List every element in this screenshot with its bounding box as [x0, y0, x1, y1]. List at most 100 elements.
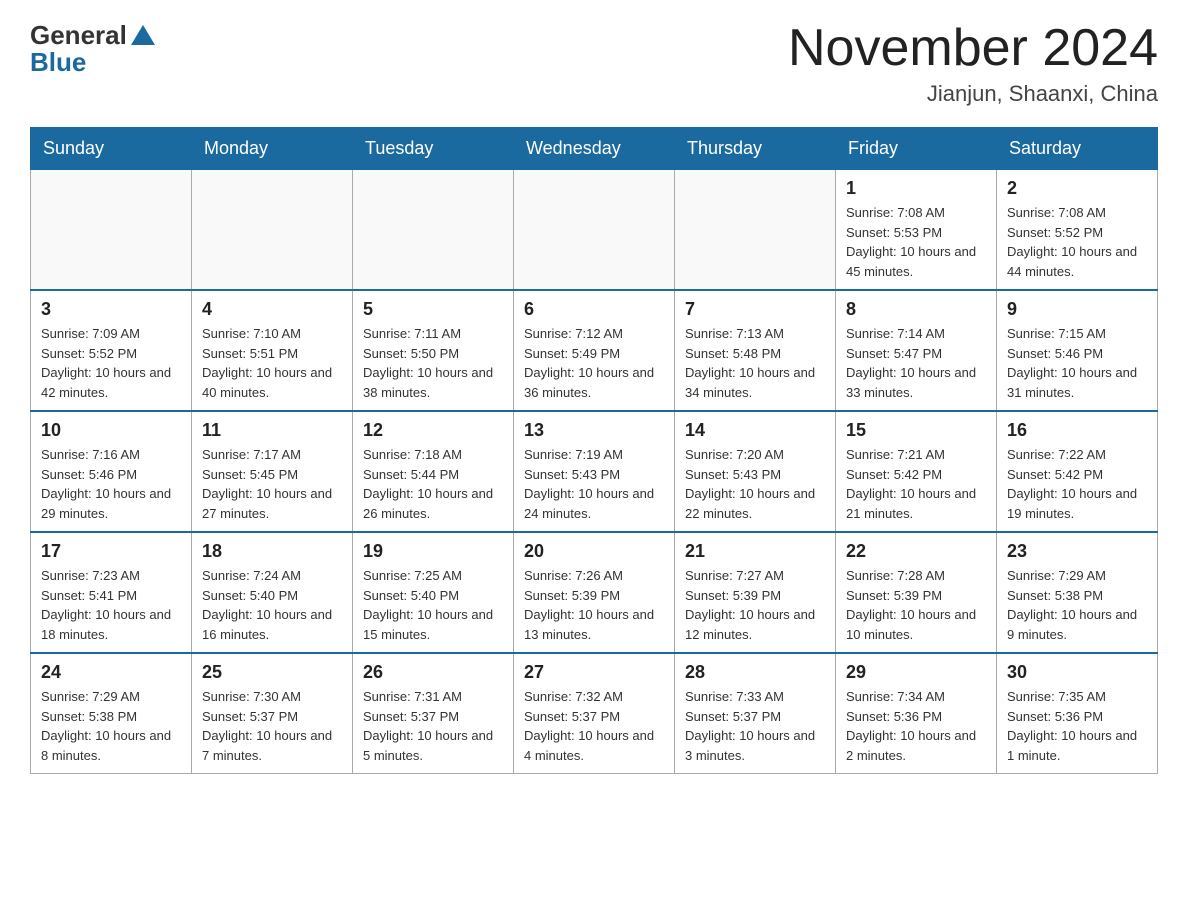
day-info: Sunrise: 7:19 AMSunset: 5:43 PMDaylight:…: [524, 445, 664, 523]
day-number: 10: [41, 420, 181, 441]
day-info: Sunrise: 7:25 AMSunset: 5:40 PMDaylight:…: [363, 566, 503, 644]
calendar-day-cell: 23 Sunrise: 7:29 AMSunset: 5:38 PMDayligh…: [997, 532, 1158, 653]
day-number: 3: [41, 299, 181, 320]
day-number: 18: [202, 541, 342, 562]
day-number: 23: [1007, 541, 1147, 562]
weekday-header-friday: Friday: [836, 128, 997, 170]
day-info: Sunrise: 7:26 AMSunset: 5:39 PMDaylight:…: [524, 566, 664, 644]
location-subtitle: Jianjun, Shaanxi, China: [788, 81, 1158, 107]
day-number: 13: [524, 420, 664, 441]
calendar-day-cell: 10 Sunrise: 7:16 AMSunset: 5:46 PMDayligh…: [31, 411, 192, 532]
day-number: 24: [41, 662, 181, 683]
day-number: 21: [685, 541, 825, 562]
calendar-week-row: 10 Sunrise: 7:16 AMSunset: 5:46 PMDayligh…: [31, 411, 1158, 532]
day-info: Sunrise: 7:09 AMSunset: 5:52 PMDaylight:…: [41, 324, 181, 402]
calendar-day-cell: 28 Sunrise: 7:33 AMSunset: 5:37 PMDayligh…: [675, 653, 836, 774]
calendar-day-cell: 20 Sunrise: 7:26 AMSunset: 5:39 PMDayligh…: [514, 532, 675, 653]
day-number: 14: [685, 420, 825, 441]
calendar-day-cell: 26 Sunrise: 7:31 AMSunset: 5:37 PMDayligh…: [353, 653, 514, 774]
calendar-day-cell: 18 Sunrise: 7:24 AMSunset: 5:40 PMDayligh…: [192, 532, 353, 653]
calendar-day-cell: 12 Sunrise: 7:18 AMSunset: 5:44 PMDayligh…: [353, 411, 514, 532]
day-number: 26: [363, 662, 503, 683]
day-info: Sunrise: 7:34 AMSunset: 5:36 PMDaylight:…: [846, 687, 986, 765]
day-info: Sunrise: 7:31 AMSunset: 5:37 PMDaylight:…: [363, 687, 503, 765]
day-info: Sunrise: 7:12 AMSunset: 5:49 PMDaylight:…: [524, 324, 664, 402]
day-info: Sunrise: 7:08 AMSunset: 5:53 PMDaylight:…: [846, 203, 986, 281]
day-info: Sunrise: 7:16 AMSunset: 5:46 PMDaylight:…: [41, 445, 181, 523]
day-info: Sunrise: 7:29 AMSunset: 5:38 PMDaylight:…: [41, 687, 181, 765]
calendar-day-cell: 24 Sunrise: 7:29 AMSunset: 5:38 PMDayligh…: [31, 653, 192, 774]
calendar-week-row: 24 Sunrise: 7:29 AMSunset: 5:38 PMDayligh…: [31, 653, 1158, 774]
day-info: Sunrise: 7:08 AMSunset: 5:52 PMDaylight:…: [1007, 203, 1147, 281]
day-number: 7: [685, 299, 825, 320]
weekday-header-row: SundayMondayTuesdayWednesdayThursdayFrid…: [31, 128, 1158, 170]
weekday-header-thursday: Thursday: [675, 128, 836, 170]
calendar-day-cell: 8 Sunrise: 7:14 AMSunset: 5:47 PMDaylight…: [836, 290, 997, 411]
calendar-day-cell: 19 Sunrise: 7:25 AMSunset: 5:40 PMDayligh…: [353, 532, 514, 653]
day-info: Sunrise: 7:24 AMSunset: 5:40 PMDaylight:…: [202, 566, 342, 644]
day-info: Sunrise: 7:28 AMSunset: 5:39 PMDaylight:…: [846, 566, 986, 644]
calendar-day-cell: 27Sunrise: 7:32 AMSunset: 5:37 PMDayligh…: [514, 653, 675, 774]
day-number: 15: [846, 420, 986, 441]
day-number: 5: [363, 299, 503, 320]
day-number: 16: [1007, 420, 1147, 441]
day-number: 17: [41, 541, 181, 562]
day-info: Sunrise: 7:23 AMSunset: 5:41 PMDaylight:…: [41, 566, 181, 644]
day-number: 19: [363, 541, 503, 562]
calendar-day-cell: 17 Sunrise: 7:23 AMSunset: 5:41 PMDayligh…: [31, 532, 192, 653]
day-number: 22: [846, 541, 986, 562]
calendar-day-cell: 21 Sunrise: 7:27 AMSunset: 5:39 PMDayligh…: [675, 532, 836, 653]
day-number: 20: [524, 541, 664, 562]
calendar-day-cell: [675, 170, 836, 291]
day-info: Sunrise: 7:30 AMSunset: 5:37 PMDaylight:…: [202, 687, 342, 765]
calendar-day-cell: [31, 170, 192, 291]
day-info: Sunrise: 7:20 AMSunset: 5:43 PMDaylight:…: [685, 445, 825, 523]
day-info: Sunrise: 7:33 AMSunset: 5:37 PMDaylight:…: [685, 687, 825, 765]
day-number: 8: [846, 299, 986, 320]
day-info: Sunrise: 7:18 AMSunset: 5:44 PMDaylight:…: [363, 445, 503, 523]
day-info: Sunrise: 7:15 AMSunset: 5:46 PMDaylight:…: [1007, 324, 1147, 402]
calendar-week-row: 1 Sunrise: 7:08 AMSunset: 5:53 PMDaylight…: [31, 170, 1158, 291]
weekday-header-monday: Monday: [192, 128, 353, 170]
calendar-day-cell: 3 Sunrise: 7:09 AMSunset: 5:52 PMDaylight…: [31, 290, 192, 411]
calendar-day-cell: 1 Sunrise: 7:08 AMSunset: 5:53 PMDaylight…: [836, 170, 997, 291]
calendar-day-cell: 29 Sunrise: 7:34 AMSunset: 5:36 PMDayligh…: [836, 653, 997, 774]
day-number: 2: [1007, 178, 1147, 199]
weekday-header-saturday: Saturday: [997, 128, 1158, 170]
day-info: Sunrise: 7:35 AMSunset: 5:36 PMDaylight:…: [1007, 687, 1147, 765]
weekday-header-wednesday: Wednesday: [514, 128, 675, 170]
title-section: November 2024 Jianjun, Shaanxi, China: [788, 20, 1158, 107]
day-info: Sunrise: 7:27 AMSunset: 5:39 PMDaylight:…: [685, 566, 825, 644]
day-number: 1: [846, 178, 986, 199]
day-info: Sunrise: 7:21 AMSunset: 5:42 PMDaylight:…: [846, 445, 986, 523]
weekday-header-tuesday: Tuesday: [353, 128, 514, 170]
calendar-day-cell: 9 Sunrise: 7:15 AMSunset: 5:46 PMDaylight…: [997, 290, 1158, 411]
calendar-day-cell: 4Sunrise: 7:10 AMSunset: 5:51 PMDaylight…: [192, 290, 353, 411]
calendar-day-cell: 16 Sunrise: 7:22 AMSunset: 5:42 PMDayligh…: [997, 411, 1158, 532]
day-info: Sunrise: 7:11 AMSunset: 5:50 PMDaylight:…: [363, 324, 503, 402]
calendar-day-cell: 22 Sunrise: 7:28 AMSunset: 5:39 PMDayligh…: [836, 532, 997, 653]
day-number: 29: [846, 662, 986, 683]
calendar-day-cell: 7 Sunrise: 7:13 AMSunset: 5:48 PMDaylight…: [675, 290, 836, 411]
calendar-week-row: 17 Sunrise: 7:23 AMSunset: 5:41 PMDayligh…: [31, 532, 1158, 653]
day-number: 9: [1007, 299, 1147, 320]
logo: General Blue: [30, 20, 155, 78]
logo-blue-text: Blue: [30, 47, 86, 78]
day-info: Sunrise: 7:14 AMSunset: 5:47 PMDaylight:…: [846, 324, 986, 402]
calendar-day-cell: 25 Sunrise: 7:30 AMSunset: 5:37 PMDayligh…: [192, 653, 353, 774]
day-info: Sunrise: 7:29 AMSunset: 5:38 PMDaylight:…: [1007, 566, 1147, 644]
day-number: 28: [685, 662, 825, 683]
day-number: 25: [202, 662, 342, 683]
day-number: 30: [1007, 662, 1147, 683]
calendar-day-cell: 11Sunrise: 7:17 AMSunset: 5:45 PMDayligh…: [192, 411, 353, 532]
day-number: 11: [202, 420, 342, 441]
calendar-day-cell: 6Sunrise: 7:12 AMSunset: 5:49 PMDaylight…: [514, 290, 675, 411]
day-info: Sunrise: 7:13 AMSunset: 5:48 PMDaylight:…: [685, 324, 825, 402]
day-info: Sunrise: 7:32 AMSunset: 5:37 PMDaylight:…: [524, 687, 664, 765]
calendar-table: SundayMondayTuesdayWednesdayThursdayFrid…: [30, 127, 1158, 774]
calendar-day-cell: [192, 170, 353, 291]
day-info: Sunrise: 7:22 AMSunset: 5:42 PMDaylight:…: [1007, 445, 1147, 523]
month-title: November 2024: [788, 20, 1158, 77]
day-number: 12: [363, 420, 503, 441]
calendar-day-cell: 30 Sunrise: 7:35 AMSunset: 5:36 PMDayligh…: [997, 653, 1158, 774]
